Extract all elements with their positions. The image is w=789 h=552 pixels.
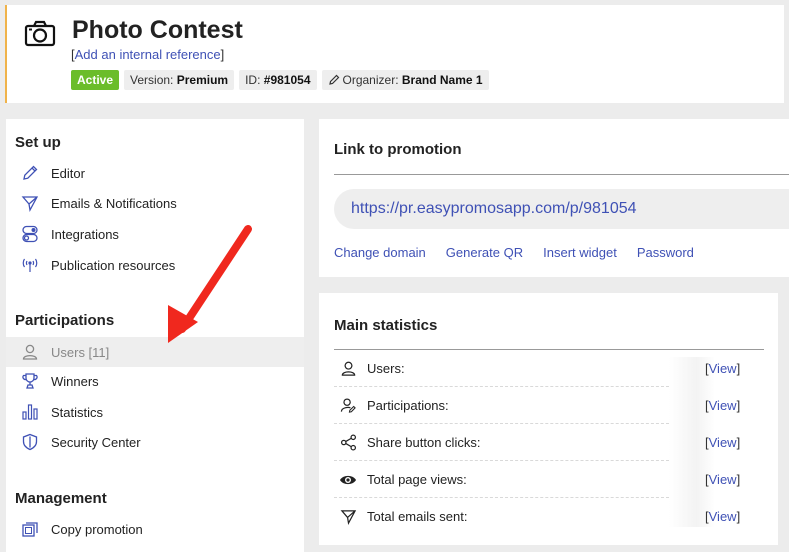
- password-link[interactable]: Password: [637, 245, 694, 260]
- generate-qr-link[interactable]: Generate QR: [446, 245, 523, 260]
- stats-card-title: Main statistics: [334, 317, 438, 334]
- divider: [334, 174, 789, 175]
- insert-widget-link[interactable]: Insert widget: [543, 245, 617, 260]
- paper-plane-icon: [338, 507, 358, 527]
- eye-icon: [338, 470, 358, 490]
- stat-row-emails-sent: Total emails sent: [View]: [334, 498, 764, 535]
- share-icon: [338, 433, 358, 453]
- view-share-clicks-link[interactable]: View: [709, 435, 737, 450]
- link-card: Link to promotion https://pr.easypromosa…: [319, 119, 789, 277]
- user-icon: [338, 359, 358, 379]
- view-participations-link[interactable]: View: [709, 398, 737, 413]
- stat-row-users: Users: [View]: [334, 350, 764, 387]
- view-page-views-link[interactable]: View: [709, 472, 737, 487]
- user-edit-icon: [338, 396, 358, 416]
- change-domain-link[interactable]: Change domain: [334, 245, 426, 260]
- link-card-title: Link to promotion: [334, 141, 462, 158]
- stat-row-participations: Participations: [View]: [334, 387, 764, 424]
- stats-card: Main statistics Users: [View] Participat…: [319, 293, 778, 545]
- stat-row-page-views: Total page views: [View]: [334, 461, 764, 498]
- promotion-url[interactable]: https://pr.easypromosapp.com/p/981054: [334, 189, 789, 229]
- view-users-link[interactable]: View: [709, 361, 737, 376]
- link-actions: Change domain Generate QR Insert widget …: [334, 245, 694, 260]
- stat-row-share-clicks: Share button clicks: [View]: [334, 424, 764, 461]
- view-emails-sent-link[interactable]: View: [709, 509, 737, 524]
